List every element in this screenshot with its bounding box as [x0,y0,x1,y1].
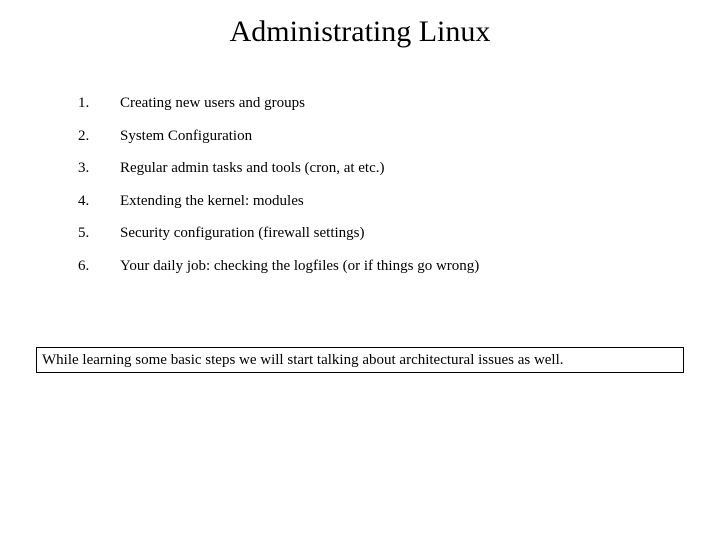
list-item-label: Your daily job: checking the logfiles (o… [120,257,480,274]
list-item-number: 3. [78,160,90,176]
page-title: Administrating Linux [229,15,491,48]
list-item: 2. System Configuration [0,126,720,159]
list-item: 6. Your daily job: checking the logfiles… [0,256,720,289]
list-item-number: 1. [78,95,90,111]
presentation-slide: Administrating Linux 1. Creating new use… [0,0,720,540]
list-item-label: Extending the kernel: modules [120,192,304,209]
callout-box: While learning some basic steps we will … [36,347,684,373]
agenda-list: 1. Creating new users and groups 2. Syst… [0,93,720,288]
list-item-label: Regular admin tasks and tools (cron, at … [120,160,385,176]
list-item-number: 4. [78,192,90,209]
list-item-number: 6. [78,257,90,274]
list-item-number: 5. [78,225,90,241]
list-item: 5. Security configuration (firewall sett… [0,223,720,256]
list-item: 3. Regular admin tasks and tools (cron, … [0,158,720,191]
list-item: 4. Extending the kernel: modules [0,191,720,224]
list-item-label: Creating new users and groups [120,95,305,111]
list-item-label: System Configuration [120,127,253,144]
list-item-number: 2. [78,127,90,144]
list-item-label: Security configuration (firewall setting… [120,225,365,241]
callout-text: While learning some basic steps we will … [42,352,564,368]
list-item: 1. Creating new users and groups [0,93,720,126]
